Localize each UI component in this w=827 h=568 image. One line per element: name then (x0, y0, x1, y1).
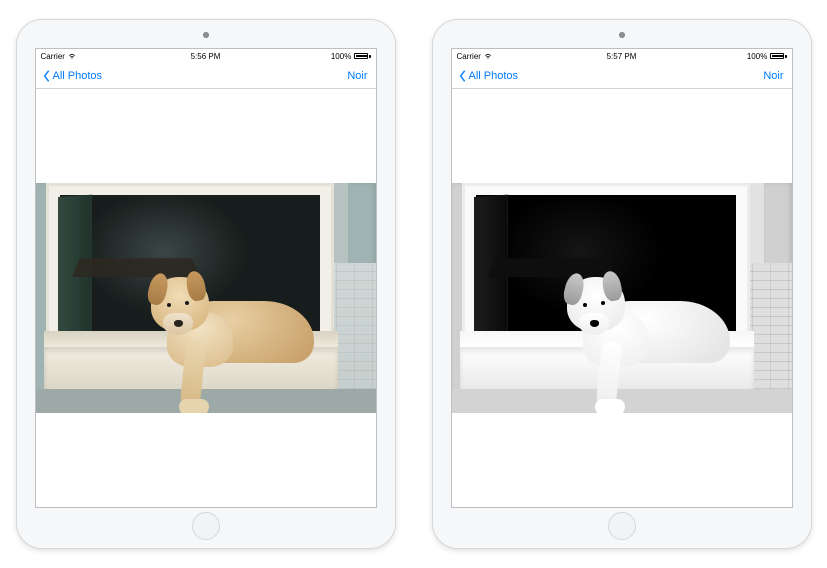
ipad-device-right: Carrier 5:57 PM 100% All Photos Noir (432, 19, 812, 549)
dog (129, 259, 314, 377)
clock: 5:56 PM (36, 52, 376, 61)
carrier-label: Carrier (457, 52, 481, 61)
status-bar: Carrier 5:57 PM 100% (452, 49, 792, 63)
navigation-bar: All Photos Noir (452, 63, 792, 89)
home-button[interactable] (608, 512, 636, 540)
battery-percent: 100% (331, 52, 351, 61)
chevron-left-icon (458, 70, 467, 82)
noir-filter-button[interactable]: Noir (763, 70, 785, 82)
navigation-bar: All Photos Noir (36, 63, 376, 89)
back-button[interactable]: All Photos (458, 70, 519, 82)
photo-viewer[interactable] (36, 89, 376, 507)
dog (545, 259, 730, 377)
battery-icon (770, 53, 786, 59)
carrier-label: Carrier (41, 52, 65, 61)
screen: Carrier 5:56 PM 100% All Photos Noir (35, 48, 377, 508)
front-camera (619, 32, 625, 38)
battery-icon (354, 53, 370, 59)
front-camera (203, 32, 209, 38)
photo-noir (452, 183, 792, 413)
noir-filter-button[interactable]: Noir (347, 70, 369, 82)
wifi-icon (484, 52, 492, 60)
clock: 5:57 PM (452, 52, 792, 61)
battery-percent: 100% (747, 52, 767, 61)
photo-color (36, 183, 376, 413)
photo-viewer[interactable] (452, 89, 792, 507)
screen: Carrier 5:57 PM 100% All Photos Noir (451, 48, 793, 508)
back-label: All Photos (53, 70, 103, 82)
back-button[interactable]: All Photos (42, 70, 103, 82)
wifi-icon (68, 52, 76, 60)
ipad-device-left: Carrier 5:56 PM 100% All Photos Noir (16, 19, 396, 549)
chevron-left-icon (42, 70, 51, 82)
home-button[interactable] (192, 512, 220, 540)
back-label: All Photos (469, 70, 519, 82)
status-bar: Carrier 5:56 PM 100% (36, 49, 376, 63)
